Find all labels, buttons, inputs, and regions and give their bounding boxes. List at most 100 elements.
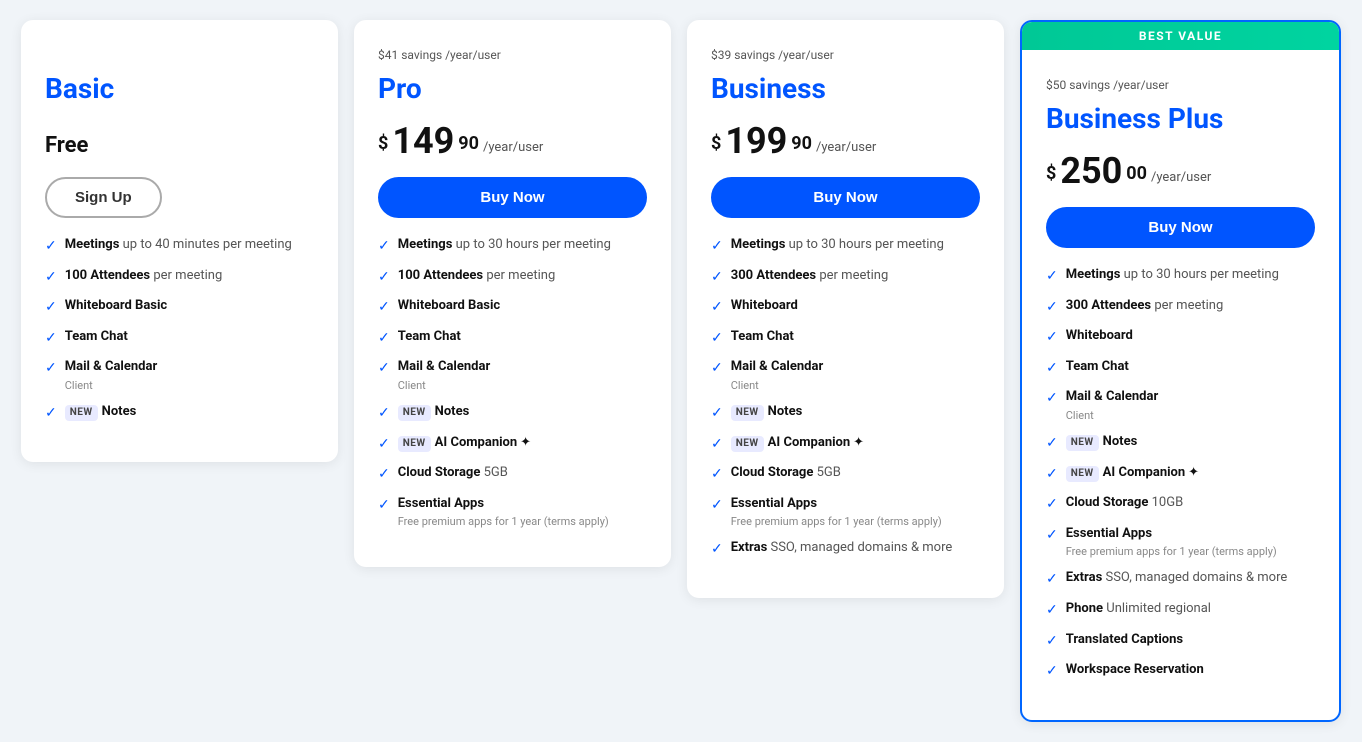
feature-sub: Free premium apps for 1 year (terms appl…: [398, 514, 647, 529]
check-icon: ✓: [711, 268, 723, 288]
check-icon: ✓: [378, 435, 390, 455]
new-badge: NEW: [731, 405, 764, 421]
check-icon: ✓: [711, 329, 723, 349]
feature-item: ✓ Whiteboard Basic: [378, 297, 647, 318]
feature-light: 10GB: [1152, 495, 1184, 510]
feature-content: Mail & CalendarClient: [65, 358, 314, 393]
feature-item: ✓ Team Chat: [45, 328, 314, 349]
feature-bold: 100 Attendees: [65, 268, 150, 283]
feature-item: ✓ Extras SSO, managed domains & more: [711, 539, 980, 560]
features-list-business-plus: ✓ Meetings up to 30 hours per meeting ✓ …: [1046, 266, 1315, 682]
sparkle-icon: ✦: [853, 435, 864, 450]
features-list-basic: ✓ Meetings up to 40 minutes per meeting …: [45, 236, 314, 424]
new-badge: NEW: [398, 405, 431, 421]
check-icon: ✓: [378, 329, 390, 349]
plan-price-business: $ 199 90 /year/user: [711, 115, 980, 159]
feature-light: per meeting: [819, 268, 888, 283]
sparkle-icon: ✦: [520, 435, 531, 450]
feature-light: 5GB: [817, 465, 841, 480]
feature-light: SSO, managed domains & more: [770, 540, 952, 555]
feature-bold: Cloud Storage: [398, 465, 481, 480]
feature-bold: Whiteboard: [1066, 328, 1133, 343]
feature-bold: Notes: [1103, 434, 1138, 449]
price-period: /year/user: [483, 140, 543, 159]
feature-sub: Free premium apps for 1 year (terms appl…: [1066, 544, 1315, 559]
plans-container: Basic Free Sign Up ✓ Meetings up to 40 m…: [21, 20, 1341, 722]
buy-button-business-plus[interactable]: Buy Now: [1046, 207, 1315, 248]
plan-card-pro: $41 savings /year/userPro $ 149 90 /year…: [354, 20, 671, 567]
price-main: 149: [392, 123, 454, 159]
feature-bold: Phone: [1066, 601, 1103, 616]
check-icon: ✓: [378, 359, 390, 379]
price-free: Free: [45, 135, 88, 159]
feature-content: Mail & CalendarClient: [1066, 388, 1315, 423]
features-list-pro: ✓ Meetings up to 30 hours per meeting ✓ …: [378, 236, 647, 529]
savings-label-business-plus: $50 savings /year/user: [1046, 78, 1315, 96]
feature-item: ✓ Whiteboard: [711, 297, 980, 318]
feature-bold: Extras: [1066, 570, 1103, 585]
feature-bold: Essential Apps: [731, 496, 817, 511]
price-dollar: $: [1046, 165, 1056, 189]
buy-button-business[interactable]: Buy Now: [711, 177, 980, 218]
feature-content: 300 Attendees per meeting: [731, 267, 980, 285]
feature-bold: Mail & Calendar: [1066, 389, 1158, 404]
signup-button-basic[interactable]: Sign Up: [45, 177, 162, 218]
new-badge: NEW: [65, 405, 98, 421]
check-icon: ✓: [1046, 495, 1058, 515]
feature-bold: Team Chat: [398, 329, 461, 344]
feature-item: ✓ Team Chat: [711, 328, 980, 349]
feature-content: Cloud Storage 5GB: [398, 464, 647, 482]
feature-content: Whiteboard Basic: [65, 297, 314, 315]
plan-name-business-plus: Business Plus: [1046, 102, 1315, 135]
feature-bold: Notes: [102, 404, 137, 419]
feature-bold: Cloud Storage: [731, 465, 814, 480]
feature-light: up to 30 hours per meeting: [456, 237, 611, 252]
price-period: /year/user: [816, 140, 876, 159]
check-icon: ✓: [711, 540, 723, 560]
feature-item: ✓ Whiteboard: [1046, 327, 1315, 348]
feature-content: NEWNotes: [398, 403, 647, 421]
check-icon: ✓: [711, 435, 723, 455]
buy-button-pro[interactable]: Buy Now: [378, 177, 647, 218]
feature-item: ✓ Extras SSO, managed domains & more: [1046, 569, 1315, 590]
best-value-banner: BEST VALUE: [1022, 22, 1339, 50]
feature-bold: Mail & Calendar: [65, 359, 157, 374]
feature-content: Team Chat: [398, 328, 647, 346]
feature-item: ✓ Mail & CalendarClient: [1046, 388, 1315, 423]
feature-content: Meetings up to 40 minutes per meeting: [65, 236, 314, 254]
features-list-business: ✓ Meetings up to 30 hours per meeting ✓ …: [711, 236, 980, 560]
feature-bold: Extras: [731, 540, 768, 555]
check-icon: ✓: [1046, 662, 1058, 682]
feature-bold: AI Companion: [768, 435, 851, 450]
feature-content: Team Chat: [65, 328, 314, 346]
price-period: /year/user: [1151, 170, 1211, 189]
feature-content: Whiteboard Basic: [398, 297, 647, 315]
feature-content: NEWAI Companion✦: [731, 434, 980, 452]
feature-content: Essential AppsFree premium apps for 1 ye…: [1066, 525, 1315, 560]
check-icon: ✓: [45, 404, 57, 424]
feature-bold: AI Companion: [435, 435, 518, 450]
feature-content: Team Chat: [731, 328, 980, 346]
sparkle-icon: ✦: [1188, 465, 1199, 480]
feature-content: NEWNotes: [731, 403, 980, 421]
feature-item: ✓ Essential AppsFree premium apps for 1 …: [711, 495, 980, 530]
feature-bold: Whiteboard Basic: [398, 298, 500, 313]
price-dollar: $: [378, 135, 388, 159]
feature-bold: AI Companion: [1103, 465, 1186, 480]
check-icon: ✓: [378, 298, 390, 318]
feature-content: NEWNotes: [1066, 433, 1315, 451]
feature-item: ✓ Whiteboard Basic: [45, 297, 314, 318]
feature-content: Extras SSO, managed domains & more: [731, 539, 980, 557]
feature-content: Extras SSO, managed domains & more: [1066, 569, 1315, 587]
feature-item: ✓ NEWAI Companion✦: [711, 434, 980, 455]
check-icon: ✓: [1046, 298, 1058, 318]
feature-item: ✓ Cloud Storage 10GB: [1046, 494, 1315, 515]
feature-item: ✓ NEWNotes: [711, 403, 980, 424]
price-sup: 90: [458, 135, 479, 159]
feature-light: per meeting: [486, 268, 555, 283]
feature-light: SSO, managed domains & more: [1105, 570, 1287, 585]
feature-item: ✓ Team Chat: [1046, 358, 1315, 379]
plan-card-basic: Basic Free Sign Up ✓ Meetings up to 40 m…: [21, 20, 338, 462]
feature-sub: Client: [731, 378, 980, 393]
check-icon: ✓: [711, 298, 723, 318]
